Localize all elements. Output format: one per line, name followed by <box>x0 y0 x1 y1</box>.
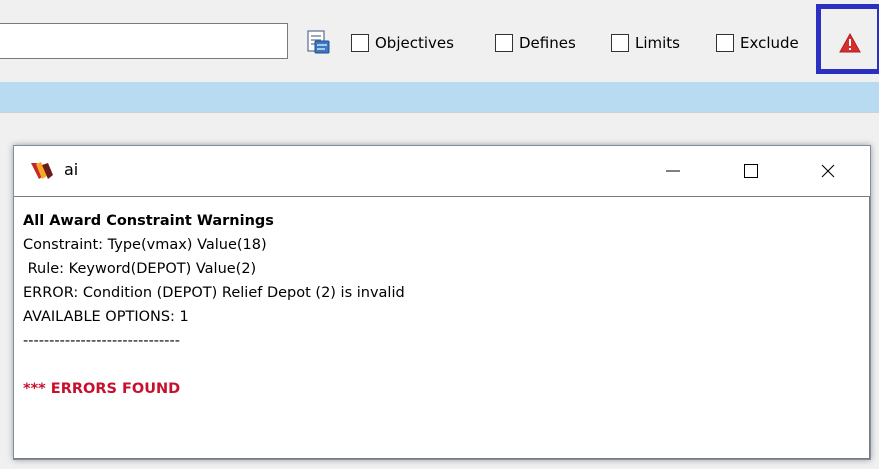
dialog-title: ai <box>64 160 79 179</box>
defines-label: Defines <box>519 34 576 52</box>
document-button[interactable] <box>304 28 332 56</box>
errors-found-line: *** ERRORS FOUND <box>23 381 181 397</box>
error-line: ERROR: Condition (DEPOT) Relief Depot (2… <box>23 285 405 301</box>
header-band <box>0 82 879 113</box>
toolbar: Objectives Defines Limits Exclude <box>0 0 879 82</box>
close-button[interactable] <box>805 154 851 188</box>
defines-checkbox[interactable]: Defines <box>495 31 576 55</box>
warnings-button[interactable] <box>816 4 879 74</box>
document-icon <box>307 30 330 54</box>
objectives-label: Objectives <box>375 34 454 52</box>
warnings-heading: All Award Constraint Warnings <box>23 213 274 229</box>
separator-line: ------------------------------ <box>23 333 180 349</box>
checkbox-box[interactable] <box>716 34 734 52</box>
maximize-icon <box>744 164 758 178</box>
warnings-dialog: ai All Award Constraint Warnings Constra… <box>13 145 871 460</box>
limits-checkbox[interactable]: Limits <box>611 31 680 55</box>
app-logo-icon <box>31 162 53 179</box>
dialog-titlebar[interactable]: ai <box>14 146 870 196</box>
exclude-checkbox[interactable]: Exclude <box>716 31 816 55</box>
options-line: AVAILABLE OPTIONS: 1 <box>23 309 189 325</box>
warning-triangle-icon <box>839 33 861 53</box>
constraint-line: Constraint: Type(vmax) Value(18) <box>23 237 267 253</box>
limits-label: Limits <box>635 34 680 52</box>
checkbox-box[interactable] <box>351 34 369 52</box>
minimize-icon <box>666 170 680 172</box>
checkbox-box[interactable] <box>611 34 629 52</box>
search-input[interactable] <box>0 23 288 59</box>
minimize-button[interactable] <box>650 154 696 188</box>
rule-line: Rule: Keyword(DEPOT) Value(2) <box>23 261 257 277</box>
maximize-button[interactable] <box>728 154 774 188</box>
objectives-checkbox[interactable]: Objectives <box>351 31 454 55</box>
close-icon <box>821 164 835 178</box>
checkbox-box[interactable] <box>495 34 513 52</box>
exclude-label: Exclude <box>740 34 799 52</box>
warnings-text-area[interactable]: All Award Constraint Warnings Constraint… <box>14 196 870 459</box>
